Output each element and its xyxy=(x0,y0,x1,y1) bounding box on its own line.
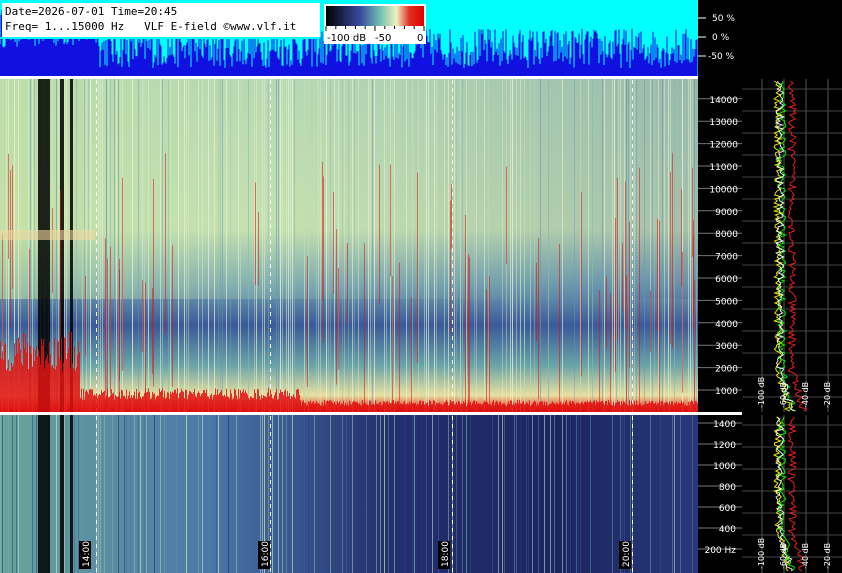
spectrum-tick-label: -60 dB xyxy=(779,543,788,569)
freq-tick-label: 2000 xyxy=(715,365,738,375)
amp-label-minus50: -50 % xyxy=(708,52,735,62)
freq-tick-label: 5000 xyxy=(715,297,738,307)
freq-tick-label: 6000 xyxy=(715,275,738,285)
spectrum-panel-high: -100 dB -60 dB -40 dB -20 dB xyxy=(742,79,842,412)
spectrum-tick-label: -20 dB xyxy=(823,543,832,569)
spectrum-tick-label: -100 dB xyxy=(757,538,766,569)
time-tick-label: 20:00 xyxy=(622,541,632,567)
header-date-time: Date=2026-07-01 Time=20:45 xyxy=(5,5,178,18)
colorbar-label-max: 0 xyxy=(417,33,423,44)
freq-tick-label: 13000 xyxy=(709,118,738,128)
vlf-spectrogram: 50 % 0 % -50 % -100 dB -50 0 1000 2000 300… xyxy=(0,0,842,573)
freq-tick-label: 800 xyxy=(719,483,736,493)
spectrum-panel-low: -100 dB -60 dB -40 dB -20 dB xyxy=(742,415,842,573)
freq-tick-label: 4000 xyxy=(715,320,738,330)
spectrum-tick-label: -60 dB xyxy=(779,382,788,408)
amplitude-scale: 50 % 0 % -50 % xyxy=(698,14,735,62)
time-tick-label: 18:00 xyxy=(441,541,451,567)
spectrum-tick-label: -20 dB xyxy=(823,382,832,408)
header-info: Date=2026-07-01 Time=20:45 Freq= 1...150… xyxy=(2,3,320,37)
freq-tick-label: 1000 xyxy=(713,462,736,472)
panel-divider xyxy=(0,412,742,415)
time-tick-label: 14:00 xyxy=(82,541,92,567)
colorbar-label-min: -100 dB xyxy=(327,33,366,44)
freq-tick-label: 200 Hz xyxy=(704,546,736,556)
freq-tick-label: 8000 xyxy=(715,230,738,240)
colorbar-label-mid: -50 xyxy=(375,33,391,44)
freq-tick-label: 3000 xyxy=(715,342,738,352)
freq-tick-label: 7000 xyxy=(715,253,738,263)
spectrum-tick-label: -40 dB xyxy=(801,382,810,408)
freq-tick-label: 1200 xyxy=(713,441,736,451)
freq-tick-label: 12000 xyxy=(709,141,738,151)
freq-tick-label: 14000 xyxy=(709,96,738,106)
color-scale-bar: -100 dB -50 0 xyxy=(324,4,426,44)
freq-tick-label: 11000 xyxy=(709,163,738,173)
header-frequency: Freq= 1...15000 Hz VLF E-field ©www.vlf.… xyxy=(5,20,297,33)
amplitude-panel-edge xyxy=(0,76,698,79)
freq-tick-label: 1400 xyxy=(713,420,736,430)
freq-tick-label: 1000 xyxy=(715,387,738,397)
frequency-axis-high: 1000 2000 3000 4000 5000 6000 7000 8000 9000 1000… xyxy=(698,96,742,397)
amp-label-0: 0 % xyxy=(712,33,730,43)
freq-tick-label: 9000 xyxy=(715,208,738,218)
spectrogram-low xyxy=(0,415,698,573)
freq-tick-label: 10000 xyxy=(709,185,738,195)
freq-tick-label: 600 xyxy=(719,504,736,514)
spectrum-tick-label: -100 dB xyxy=(757,377,766,408)
spectrum-tick-label: -40 dB xyxy=(801,543,810,569)
amp-label-50: 50 % xyxy=(712,14,735,24)
time-tick-label: 16:00 xyxy=(261,541,271,567)
freq-tick-label: 400 xyxy=(719,525,736,535)
frequency-axis-low: 200 Hz 400 600 800 1000 1200 1400 xyxy=(698,420,742,556)
